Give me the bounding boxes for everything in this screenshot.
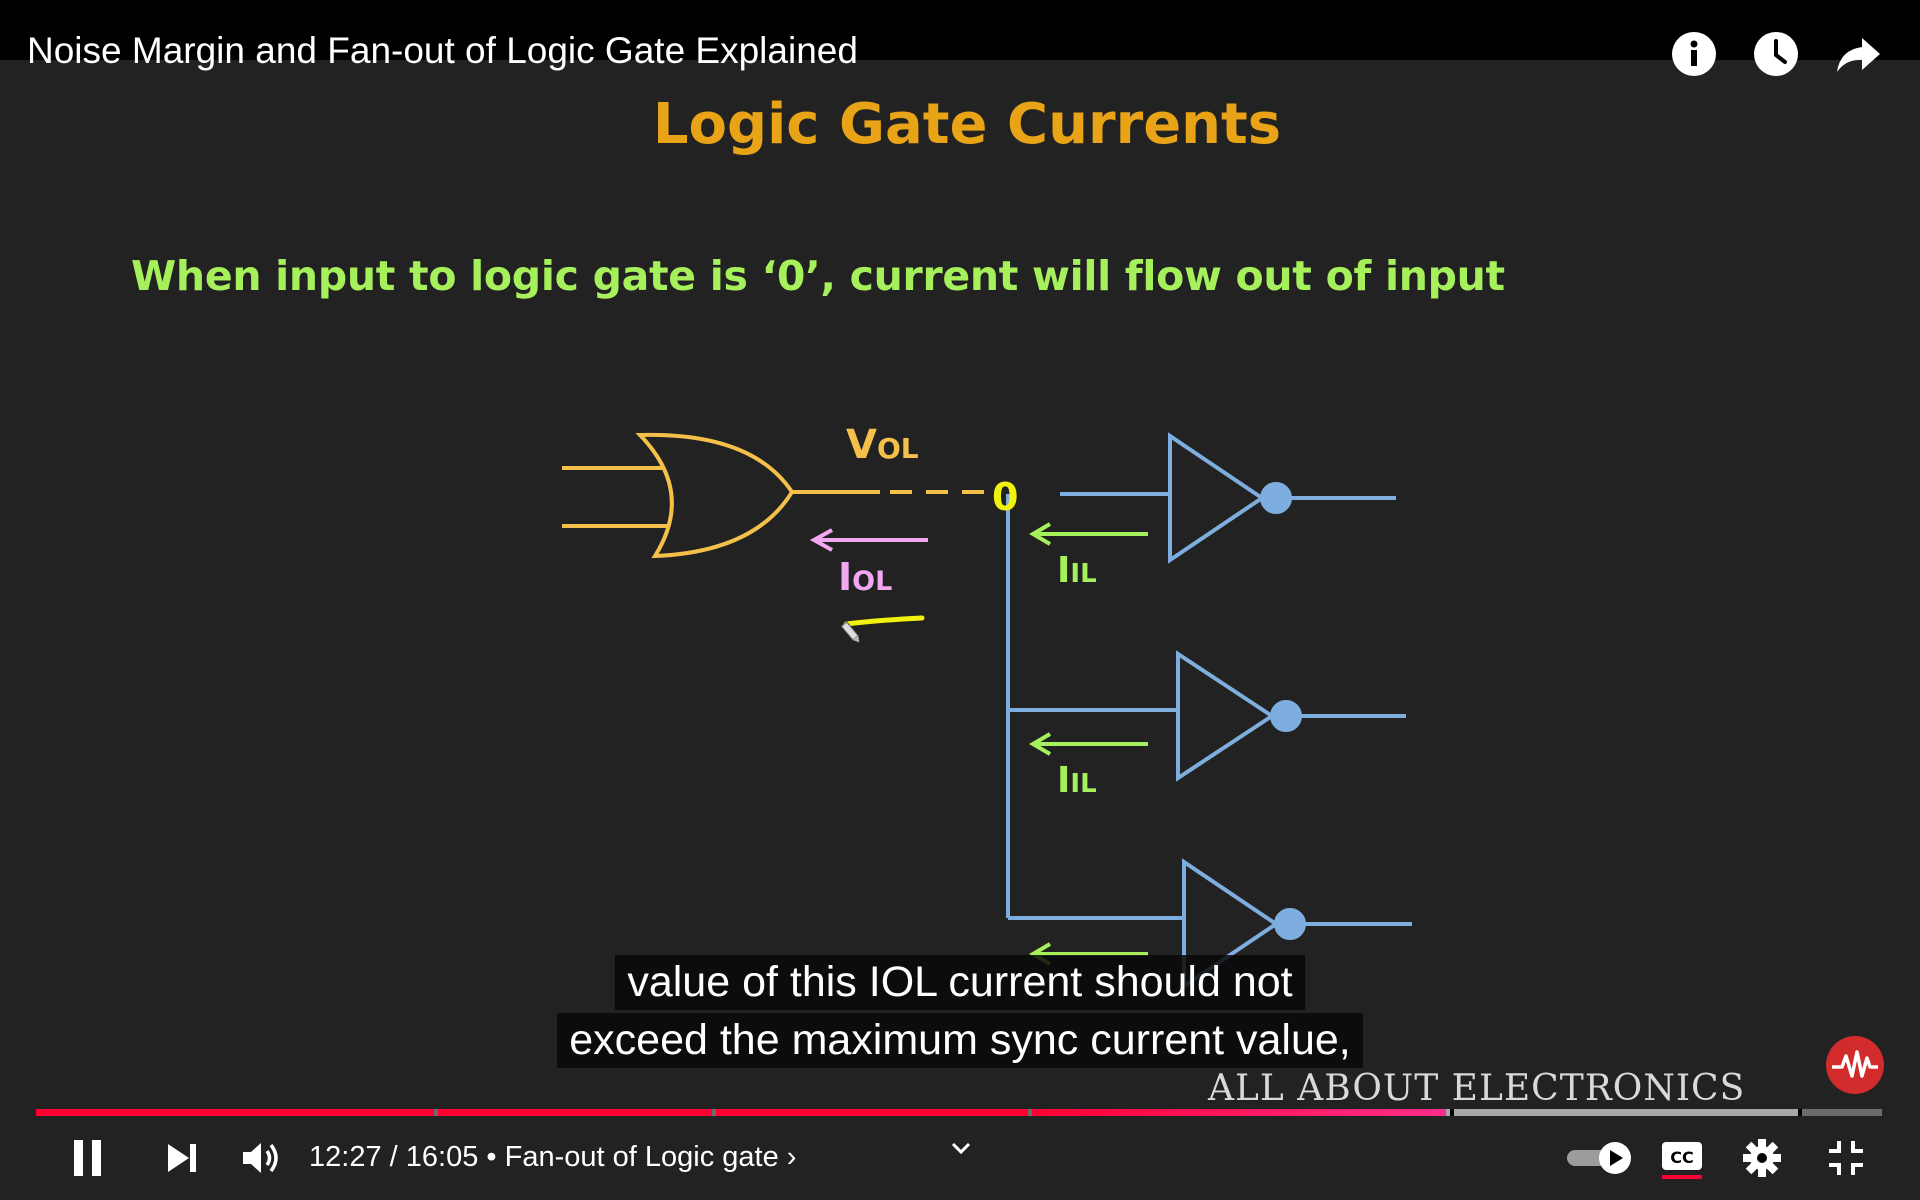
volume-icon xyxy=(243,1143,278,1173)
or-gate xyxy=(562,432,1000,559)
player-top-bar: Noise Margin and Fan-out of Logic Gate E… xyxy=(0,0,1920,76)
pause-button[interactable] xyxy=(62,1128,114,1188)
highlight-underline xyxy=(843,615,925,627)
exit-fullscreen-icon xyxy=(1829,1141,1863,1175)
settings-gear-icon xyxy=(1743,1139,1781,1177)
cc-icon: CC xyxy=(1662,1142,1702,1179)
pause-icon xyxy=(74,1140,101,1176)
caption-line-1: value of this IOL current should not xyxy=(615,955,1305,1010)
caption-line-2-wrap: exceed the maximum sync current value, xyxy=(0,1013,1920,1068)
chapter-gap xyxy=(1798,1109,1802,1116)
exit-fullscreen-button[interactable] xyxy=(1822,1128,1870,1188)
chapter-chevron-icon[interactable]: › xyxy=(787,1141,797,1173)
caption-line-1-wrap: value of this IOL current should not xyxy=(0,955,1920,1010)
autoplay-toggle[interactable] xyxy=(1564,1128,1636,1188)
video-title: Noise Margin and Fan-out of Logic Gate E… xyxy=(27,30,858,71)
progress-chapter-2 xyxy=(438,1109,712,1116)
time-separator: / xyxy=(389,1141,398,1173)
share-icon[interactable] xyxy=(1834,30,1882,78)
next-icon xyxy=(168,1144,196,1172)
waveform-icon xyxy=(1832,1050,1878,1078)
caption-line-2: exceed the maximum sync current value, xyxy=(557,1013,1363,1068)
inverter-gate-1 xyxy=(1168,432,1396,564)
video-frame[interactable]: Logic Gate Currents When input to logic … xyxy=(0,0,1920,1200)
fanout-bus xyxy=(1006,492,1184,920)
iil-arrow-2 xyxy=(1029,732,1148,756)
progress-chapter-1 xyxy=(36,1109,434,1116)
progress-bar[interactable] xyxy=(36,1109,1882,1116)
next-button[interactable] xyxy=(158,1128,206,1188)
chapter-separator: • xyxy=(486,1141,497,1173)
iil-label-1: IIL xyxy=(1057,550,1097,591)
total-time: 16:05 xyxy=(405,1141,479,1173)
progress-chapter-3 xyxy=(716,1109,1028,1116)
cc-button[interactable]: CC xyxy=(1658,1128,1706,1188)
settings-button[interactable] xyxy=(1738,1128,1786,1188)
svg-text:CC: CC xyxy=(1670,1148,1693,1167)
time-display: 12:27 / 16:05 • Fan-out of Logic gate › xyxy=(309,1141,796,1174)
current-time: 12:27 xyxy=(309,1141,382,1173)
iol-arrow xyxy=(809,528,928,552)
logic-zero-marker: 0 xyxy=(992,475,1018,519)
progress-buffered xyxy=(1446,1109,1798,1116)
volume-button[interactable] xyxy=(236,1128,286,1188)
chapter-gap xyxy=(1450,1109,1454,1116)
iol-label: IOL xyxy=(838,555,892,599)
chapter-dropdown-chevron-icon[interactable] xyxy=(950,1140,972,1161)
progress-chapter-4 xyxy=(1032,1109,1445,1116)
player-controls: CC xyxy=(0,1128,1920,1200)
channel-watermark: ALL ABOUT ELECTRONICS xyxy=(1208,1068,1746,1109)
info-icon[interactable] xyxy=(1670,30,1718,78)
channel-logo[interactable] xyxy=(1826,1036,1884,1094)
inverter-gate-2 xyxy=(1176,650,1406,782)
vol-label: VOL xyxy=(846,422,919,468)
iil-label-2: IIL xyxy=(1057,760,1097,801)
watch-later-clock-icon[interactable] xyxy=(1752,30,1800,78)
chapter-title[interactable]: Fan-out of Logic gate xyxy=(505,1141,779,1173)
iil-arrow-1 xyxy=(1029,522,1148,546)
